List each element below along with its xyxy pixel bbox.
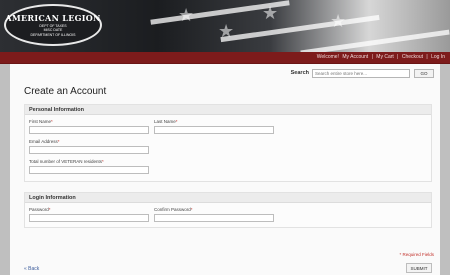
account-links: Welcome! My Account | My Cart | Checkout…	[316, 54, 446, 60]
logo-line-3: MISC DATE	[43, 28, 63, 32]
search-bar: Search GO	[291, 68, 434, 78]
last-name-label: Last Name*	[154, 119, 178, 124]
link-separator: |	[371, 54, 373, 60]
confirm-password-field: Confirm Password*	[154, 207, 274, 222]
login-information-section: Login Information Password* Confirm Pass…	[24, 192, 432, 228]
password-field: Password*	[29, 207, 149, 222]
first-name-field: First Name*	[29, 119, 149, 134]
veteran-residents-input[interactable]	[29, 166, 149, 174]
required-fields-note: * Required Fields	[399, 252, 434, 257]
last-name-field: Last Name*	[154, 119, 274, 134]
confirm-password-label: Confirm Password*	[154, 207, 193, 212]
flag-stripe	[300, 29, 450, 52]
login-link[interactable]: Log In	[431, 54, 445, 60]
american-legion-logo[interactable]: AMERICAN LEGION DEPT OF TAXES MISC DATE …	[4, 4, 102, 46]
email-label: Email Address*	[29, 139, 60, 144]
logo-title: AMERICAN LEGION	[5, 13, 101, 23]
top-nav-bar: Welcome! My Account | My Cart | Checkout…	[0, 52, 450, 64]
checkout-link[interactable]: Checkout	[402, 54, 423, 60]
search-label: Search	[290, 70, 309, 76]
flag-stripe	[220, 14, 380, 43]
link-separator: |	[426, 54, 428, 60]
personal-information-section: Personal Information First Name* Last Na…	[24, 104, 432, 182]
main-content: Search GO Create an Account Personal Inf…	[10, 64, 440, 275]
veteran-residents-label: Total number of VETERAN residents*	[29, 159, 104, 164]
my-cart-link[interactable]: My Cart	[376, 54, 394, 60]
back-link[interactable]: « Back	[24, 266, 39, 272]
veteran-residents-field: Total number of VETERAN residents*	[29, 159, 149, 174]
email-input[interactable]	[29, 146, 149, 154]
password-input[interactable]	[29, 214, 149, 222]
confirm-password-input[interactable]	[154, 214, 274, 222]
personal-information-heading: Personal Information	[25, 105, 431, 115]
welcome-text: Welcome!	[316, 54, 339, 60]
flag-star-icon: ★	[178, 5, 195, 25]
first-name-label: First Name*	[29, 119, 53, 124]
email-field: Email Address*	[29, 139, 149, 154]
first-name-input[interactable]	[29, 126, 149, 134]
page-title: Create an Account	[24, 86, 107, 97]
flag-star-icon: ★	[218, 21, 235, 41]
header-banner: ★ ★ ★ ★ AMERICAN LEGION DEPT OF TAXES MI…	[0, 0, 450, 52]
login-information-heading: Login Information	[25, 193, 431, 203]
submit-button[interactable]: SUBMIT	[406, 263, 432, 273]
flag-star-icon: ★	[330, 11, 347, 31]
last-name-input[interactable]	[154, 126, 274, 134]
flag-star-icon: ★	[262, 3, 279, 23]
search-go-button[interactable]: GO	[414, 68, 434, 78]
my-account-link[interactable]: My Account	[342, 54, 368, 60]
logo-line-4: DEPARTMENT OF ILLINOIS	[30, 33, 76, 37]
password-label: Password*	[29, 207, 51, 212]
search-input[interactable]	[312, 68, 410, 78]
link-separator: |	[397, 54, 399, 60]
